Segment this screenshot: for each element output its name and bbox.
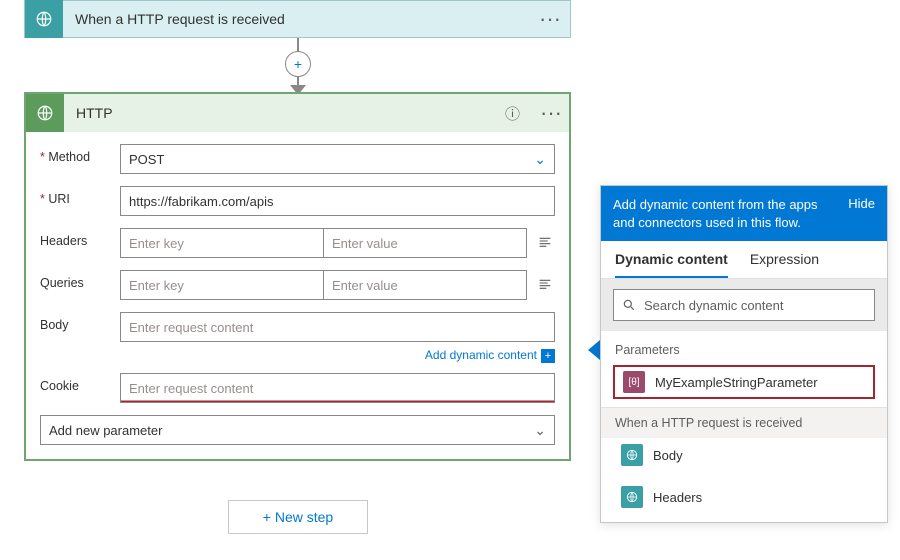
uri-input[interactable]: https://fabrikam.com/apis: [120, 186, 555, 216]
chevron-down-icon: ⌄: [534, 151, 546, 168]
new-step-button[interactable]: + New step: [228, 500, 368, 534]
headers-key-input[interactable]: Enter key: [121, 229, 323, 257]
http-menu-button[interactable]: ···: [533, 102, 569, 124]
search-icon: [622, 298, 636, 312]
http-action-icon: [26, 94, 64, 132]
http-title: HTTP: [64, 105, 505, 121]
add-step-icon[interactable]: +: [285, 51, 311, 77]
headers-kv-row[interactable]: Enter key Enter value: [120, 228, 527, 258]
http-request-icon: [25, 0, 63, 38]
headers-value-input[interactable]: Enter value: [323, 229, 526, 257]
method-label: Method: [40, 144, 120, 164]
headers-label: Headers: [40, 228, 120, 248]
http-action-card: HTTP ⓘ ··· Method POST ⌄ URI https://fab…: [24, 92, 571, 461]
trigger-card[interactable]: When a HTTP request is received ···: [24, 0, 571, 38]
body-label: Body: [40, 312, 120, 332]
dynamic-content-banner: Add dynamic content from the apps and co…: [601, 186, 887, 241]
dynamic-content-search[interactable]: Search dynamic content: [613, 289, 875, 321]
tab-expression[interactable]: Expression: [750, 241, 819, 278]
section-parameters: Parameters: [601, 331, 887, 365]
trigger-menu-button[interactable]: ···: [530, 8, 570, 30]
hide-link[interactable]: Hide: [848, 196, 875, 231]
section-trigger-outputs: When a HTTP request is received: [601, 407, 887, 438]
queries-text-mode-icon[interactable]: [535, 275, 555, 295]
tab-dynamic-content[interactable]: Dynamic content: [615, 241, 728, 278]
trigger-title: When a HTTP request is received: [63, 11, 530, 27]
dc-item-myexamplestringparameter[interactable]: [θ] MyExampleStringParameter: [613, 365, 875, 399]
headers-text-mode-icon[interactable]: [535, 233, 555, 253]
queries-label: Queries: [40, 270, 120, 290]
plus-icon: +: [541, 349, 555, 363]
dc-item-body[interactable]: Body: [613, 438, 875, 472]
parameter-icon: [θ]: [623, 371, 645, 393]
dynamic-content-panel: Add dynamic content from the apps and co…: [600, 185, 888, 523]
dc-item-headers[interactable]: Headers: [613, 480, 875, 514]
cookie-input[interactable]: Enter request content: [120, 373, 555, 403]
uri-value: https://fabrikam.com/apis: [129, 194, 274, 209]
uri-label: URI: [40, 186, 120, 206]
body-input[interactable]: Enter request content: [120, 312, 555, 342]
http-request-icon: [621, 486, 643, 508]
flyout-notch: [588, 340, 600, 360]
queries-kv-row[interactable]: Enter key Enter value: [120, 270, 527, 300]
info-icon[interactable]: ⓘ: [505, 103, 533, 124]
http-header[interactable]: HTTP ⓘ ···: [26, 94, 569, 132]
queries-key-input[interactable]: Enter key: [121, 271, 323, 299]
cookie-label: Cookie: [40, 373, 120, 393]
http-request-icon: [621, 444, 643, 466]
add-dynamic-content-link[interactable]: Add dynamic content+: [120, 348, 555, 363]
method-select[interactable]: POST ⌄: [120, 144, 555, 174]
method-value: POST: [129, 152, 164, 167]
add-new-parameter-select[interactable]: Add new parameter ⌄: [40, 415, 555, 445]
queries-value-input[interactable]: Enter value: [323, 271, 526, 299]
connector-arrow: +: [290, 38, 306, 93]
chevron-down-icon: ⌄: [534, 422, 546, 439]
